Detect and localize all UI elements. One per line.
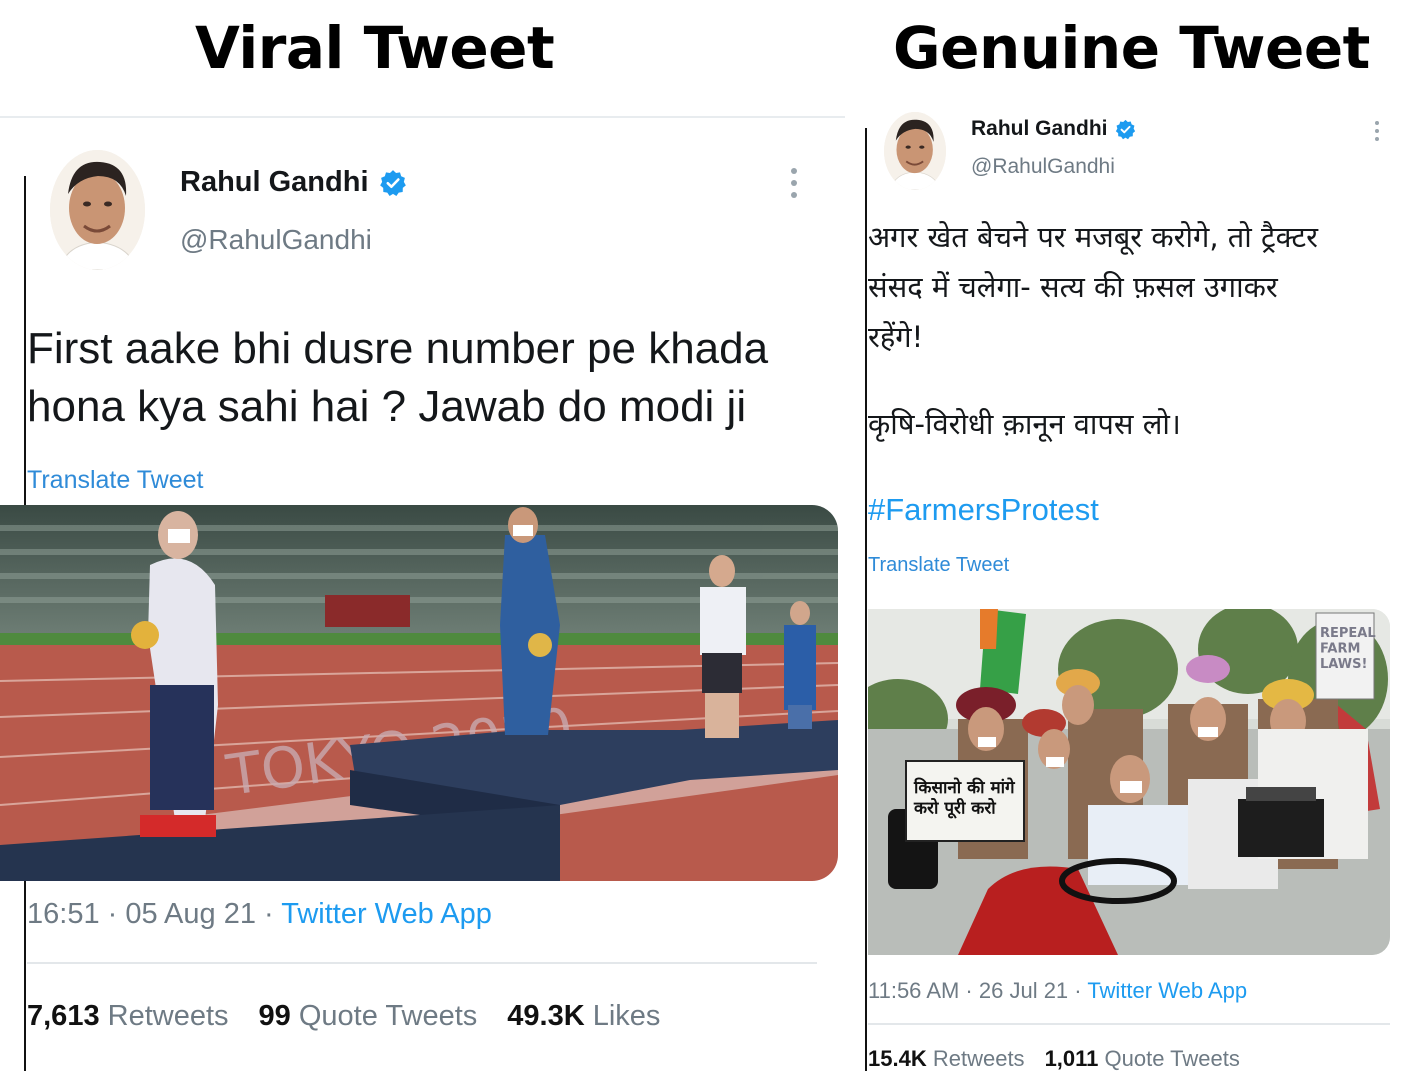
viral-likes-label: Likes xyxy=(592,1000,661,1032)
viral-top-divider xyxy=(0,116,845,118)
right-separator-line xyxy=(865,128,867,1071)
genuine-stats-row: 15.4K Retweets 1,011 Quote Tweets xyxy=(868,1046,1240,1071)
viral-likes-stat[interactable]: 49.3K Likes xyxy=(507,1000,660,1033)
genuine-avatar[interactable] xyxy=(884,112,946,190)
genuine-placard2-text-line-3: LAWS! xyxy=(1320,657,1367,672)
genuine-photo-placard-left: किसानो की मांगे करो पूरी करो xyxy=(905,760,1025,842)
viral-likes-count: 49.3K xyxy=(507,1000,585,1032)
more-options-icon[interactable] xyxy=(1375,121,1379,141)
genuine-author-name-row: Rahul Gandhi xyxy=(971,117,1136,141)
genuine-placard1-text-line-2: करो पूरी करो xyxy=(913,797,996,819)
genuine-placard2-text-line-2: FARM xyxy=(1320,642,1360,657)
genuine-translate-link[interactable]: Translate Tweet xyxy=(868,554,1009,577)
genuine-retweets-count: 15.4K xyxy=(868,1046,927,1071)
genuine-placard2-text: REPEAL xyxy=(1320,626,1376,641)
viral-timestamp-row: 16:51 · 05 Aug 21 · Twitter Web App xyxy=(27,898,492,931)
viral-stats-divider xyxy=(27,962,817,964)
genuine-quote-tweets-label: Quote Tweets xyxy=(1104,1046,1240,1071)
more-options-icon[interactable] xyxy=(791,168,797,198)
viral-tweet-heading: Viral Tweet xyxy=(195,14,555,82)
viral-timestamp: 16:51 · 05 Aug 21 · xyxy=(27,898,282,930)
viral-avatar[interactable] xyxy=(50,150,145,270)
genuine-retweets-stat[interactable]: 15.4K Retweets xyxy=(868,1046,1025,1071)
verified-badge-icon xyxy=(379,169,406,196)
genuine-hashtag-link[interactable]: #FarmersProtest xyxy=(868,492,1099,528)
viral-retweets-stat[interactable]: 7,613 Retweets xyxy=(27,1000,229,1033)
genuine-placard1-text: किसानो की मांगे xyxy=(913,777,1016,798)
genuine-photo-placard-right: REPEAL FARM LAWS! xyxy=(1315,612,1376,700)
viral-quote-tweets-label: Quote Tweets xyxy=(298,1000,478,1032)
genuine-tweet-text-2: कृषि-विरोधी क़ानून वापस लो। xyxy=(868,407,1181,441)
viral-source-app[interactable]: Twitter Web App xyxy=(281,898,492,930)
genuine-quote-tweets-stat[interactable]: 1,011 Quote Tweets xyxy=(1045,1046,1240,1071)
genuine-tweet-photo[interactable]: किसानो की मांगे करो पूरी करो REPEAL FARM LA… xyxy=(868,609,1390,955)
viral-retweets-count: 7,613 xyxy=(27,1000,100,1032)
viral-quote-tweets-stat[interactable]: 99 Quote Tweets xyxy=(259,1000,478,1033)
genuine-stats-divider xyxy=(868,1023,1390,1025)
genuine-retweets-label: Retweets xyxy=(932,1046,1025,1071)
viral-author-name-row: Rahul Gandhi xyxy=(180,166,407,199)
genuine-tweet-text: अगर खेत बेचने पर मजबूर करोगे, तो ट्रैक्ट… xyxy=(868,220,1318,354)
viral-tweet-text: First aake bhi dusre number pe khada hon… xyxy=(27,324,769,431)
genuine-quote-tweets-count: 1,011 xyxy=(1044,1046,1099,1071)
genuine-timestamp: 11:56 AM · 26 Jul 21 · xyxy=(868,978,1088,1003)
viral-quote-tweets-count: 99 xyxy=(258,1000,291,1032)
genuine-author-handle[interactable]: @RahulGandhi xyxy=(971,155,1115,179)
viral-tweet-photo[interactable]: TOKYO 2020 xyxy=(0,505,838,881)
genuine-tweet-heading: Genuine Tweet xyxy=(893,14,1370,82)
viral-stats-row: 7,613 Retweets 99 Quote Tweets 49.3K Lik… xyxy=(27,1000,660,1033)
viral-author-name[interactable]: Rahul Gandhi xyxy=(180,166,369,199)
viral-translate-link[interactable]: Translate Tweet xyxy=(27,466,203,495)
genuine-timestamp-row: 11:56 AM · 26 Jul 21 · Twitter Web App xyxy=(868,978,1247,1004)
genuine-author-name[interactable]: Rahul Gandhi xyxy=(971,117,1108,141)
viral-retweets-label: Retweets xyxy=(107,1000,229,1032)
viral-author-handle[interactable]: @RahulGandhi xyxy=(180,224,372,256)
verified-badge-icon xyxy=(1115,119,1135,139)
genuine-source-app[interactable]: Twitter Web App xyxy=(1087,978,1247,1003)
